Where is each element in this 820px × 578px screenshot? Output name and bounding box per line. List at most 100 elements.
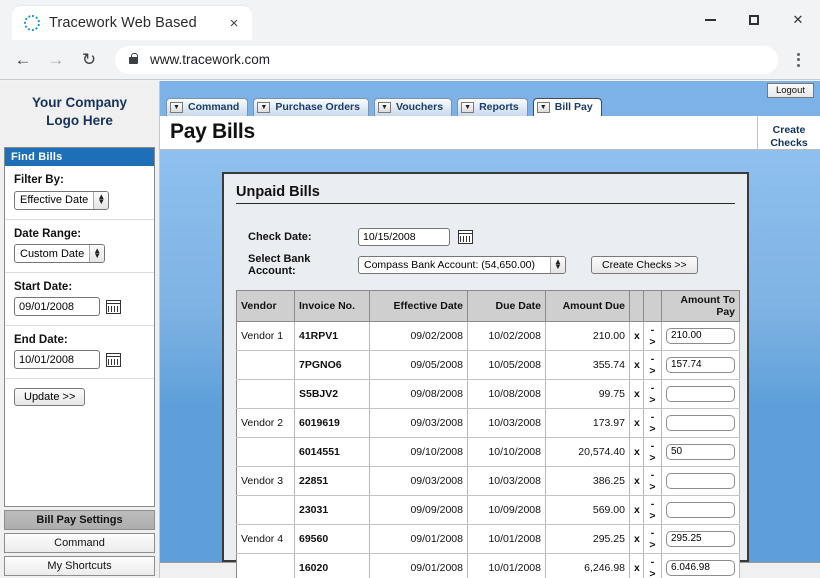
start-date-input[interactable] [14, 297, 100, 316]
tab-bill-pay[interactable]: ▼ Bill Pay [533, 98, 602, 116]
delete-row-icon[interactable]: x [630, 321, 644, 350]
row-detail-arrow-icon[interactable]: -> [644, 495, 662, 524]
cell-vendor: Vendor 4 [237, 524, 295, 553]
tab-vouchers[interactable]: ▼ Vouchers [374, 98, 452, 116]
delete-row-icon[interactable]: x [630, 379, 644, 408]
amount-to-pay-input[interactable] [666, 386, 735, 402]
chevron-down-icon[interactable]: ▼ [257, 102, 270, 113]
cell-invoice[interactable]: 23031 [295, 495, 370, 524]
tab-reports[interactable]: ▼ Reports [457, 98, 528, 116]
cell-invoice[interactable]: 69560 [295, 524, 370, 553]
back-icon[interactable]: ← [8, 45, 38, 75]
chevron-down-icon[interactable]: ▼ [537, 102, 550, 113]
amount-to-pay-input[interactable] [666, 357, 735, 373]
end-date-input[interactable] [14, 350, 100, 369]
cell-invoice[interactable]: 16020 [295, 553, 370, 578]
delete-row-icon[interactable]: x [630, 437, 644, 466]
card-title: Unpaid Bills [236, 184, 735, 204]
table-row: Vendor 141RPV109/02/200810/02/2008210.00… [237, 321, 740, 350]
cell-effective-date: 09/10/2008 [370, 437, 468, 466]
row-detail-arrow-icon[interactable]: -> [644, 350, 662, 379]
cell-invoice[interactable]: 41RPV1 [295, 321, 370, 350]
check-date-input[interactable] [358, 228, 450, 246]
column-header-amount-to-pay: Amount To Pay [662, 290, 740, 321]
browser-tab-strip: Tracework Web Based × ✕ [0, 0, 820, 40]
cell-invoice[interactable]: 6014551 [295, 437, 370, 466]
cell-invoice[interactable]: 6019619 [295, 408, 370, 437]
cell-effective-date: 09/03/2008 [370, 466, 468, 495]
logout-button[interactable]: Logout [767, 83, 814, 98]
cell-amount-to-pay [662, 350, 740, 379]
minimize-button[interactable] [688, 0, 732, 40]
delete-row-icon[interactable]: x [630, 524, 644, 553]
sidebar-item-command[interactable]: Command [4, 533, 155, 553]
forward-icon[interactable]: → [41, 45, 71, 75]
amount-to-pay-input[interactable] [666, 328, 735, 344]
row-detail-arrow-icon[interactable]: -> [644, 524, 662, 553]
unpaid-bills-card: Unpaid Bills Check Date: Select Bank Acc… [222, 172, 749, 562]
chevron-down-icon[interactable]: ▼ [378, 102, 391, 113]
row-detail-arrow-icon[interactable]: -> [644, 437, 662, 466]
row-detail-arrow-icon[interactable]: -> [644, 553, 662, 578]
calendar-icon[interactable] [106, 353, 121, 367]
browser-menu-icon[interactable] [784, 45, 812, 75]
amount-to-pay-input[interactable] [666, 444, 735, 460]
page-content: Unpaid Bills Check Date: Select Bank Acc… [160, 150, 820, 562]
row-detail-arrow-icon[interactable]: -> [644, 408, 662, 437]
maximize-button[interactable] [732, 0, 776, 40]
table-row: Vendor 46956009/01/200810/01/2008295.25x… [237, 524, 740, 553]
bank-account-select[interactable]: Compass Bank Account: (54,650.00) ▲▼ [358, 256, 566, 274]
spinner-icon[interactable]: ▲▼ [93, 192, 108, 209]
table-row: 7PGNO609/05/200810/05/2008355.74x-> [237, 350, 740, 379]
delete-row-icon[interactable]: x [630, 495, 644, 524]
address-bar[interactable]: www.tracework.com [115, 46, 778, 74]
date-range-label: Date Range: [14, 228, 145, 240]
cell-amount-to-pay [662, 379, 740, 408]
spinner-icon[interactable]: ▲▼ [89, 245, 104, 262]
reload-icon[interactable]: ↻ [74, 45, 104, 75]
calendar-icon[interactable] [106, 300, 121, 314]
amount-to-pay-input[interactable] [666, 415, 735, 431]
update-button[interactable]: Update >> [14, 388, 85, 406]
spinner-icon[interactable]: ▲▼ [550, 257, 565, 273]
create-checks-button[interactable]: Create Checks >> [591, 256, 698, 274]
check-date-label: Check Date: [236, 231, 358, 243]
cell-invoice[interactable]: S5BJV2 [295, 379, 370, 408]
amount-to-pay-input[interactable] [666, 560, 735, 576]
sidebar-item-bill-pay-settings[interactable]: Bill Pay Settings [4, 510, 155, 530]
row-detail-arrow-icon[interactable]: -> [644, 466, 662, 495]
cell-invoice[interactable]: 7PGNO6 [295, 350, 370, 379]
date-range-select[interactable]: Custom Date ▲▼ [14, 244, 105, 263]
delete-row-icon[interactable]: x [630, 408, 644, 437]
cell-effective-date: 09/08/2008 [370, 379, 468, 408]
column-header-vendor: Vendor [237, 290, 295, 321]
end-date-group: End Date: [5, 326, 154, 379]
close-tab-icon[interactable]: × [224, 13, 244, 33]
delete-row-icon[interactable]: x [630, 553, 644, 578]
tab-label: Vouchers [396, 101, 443, 113]
tab-purchase-orders[interactable]: ▼ Purchase Orders [253, 98, 369, 116]
delete-row-icon[interactable]: x [630, 350, 644, 379]
cell-amount-to-pay [662, 437, 740, 466]
row-detail-arrow-icon[interactable]: -> [644, 379, 662, 408]
amount-to-pay-input[interactable] [666, 473, 735, 489]
chevron-down-icon[interactable]: ▼ [170, 102, 183, 113]
cell-due-date: 10/01/2008 [468, 553, 546, 578]
bank-account-row: Select Bank Account: Compass Bank Accoun… [236, 253, 735, 277]
chevron-down-icon[interactable]: ▼ [461, 102, 474, 113]
cell-invoice[interactable]: 22851 [295, 466, 370, 495]
amount-to-pay-input[interactable] [666, 531, 735, 547]
amount-to-pay-input[interactable] [666, 502, 735, 518]
filter-by-select[interactable]: Effective Date ▲▼ [14, 191, 109, 210]
row-detail-arrow-icon[interactable]: -> [644, 321, 662, 350]
delete-row-icon[interactable]: x [630, 466, 644, 495]
cell-vendor: Vendor 2 [237, 408, 295, 437]
window-controls: ✕ [688, 0, 820, 40]
browser-tab[interactable]: Tracework Web Based × [12, 6, 252, 40]
close-window-button[interactable]: ✕ [776, 0, 820, 40]
sidebar-item-my-shortcuts[interactable]: My Shortcuts [4, 556, 155, 576]
cell-effective-date: 09/09/2008 [370, 495, 468, 524]
calendar-icon[interactable] [458, 230, 473, 244]
logo-line-1: Your Company [32, 95, 127, 110]
tab-command[interactable]: ▼ Command [166, 98, 248, 116]
